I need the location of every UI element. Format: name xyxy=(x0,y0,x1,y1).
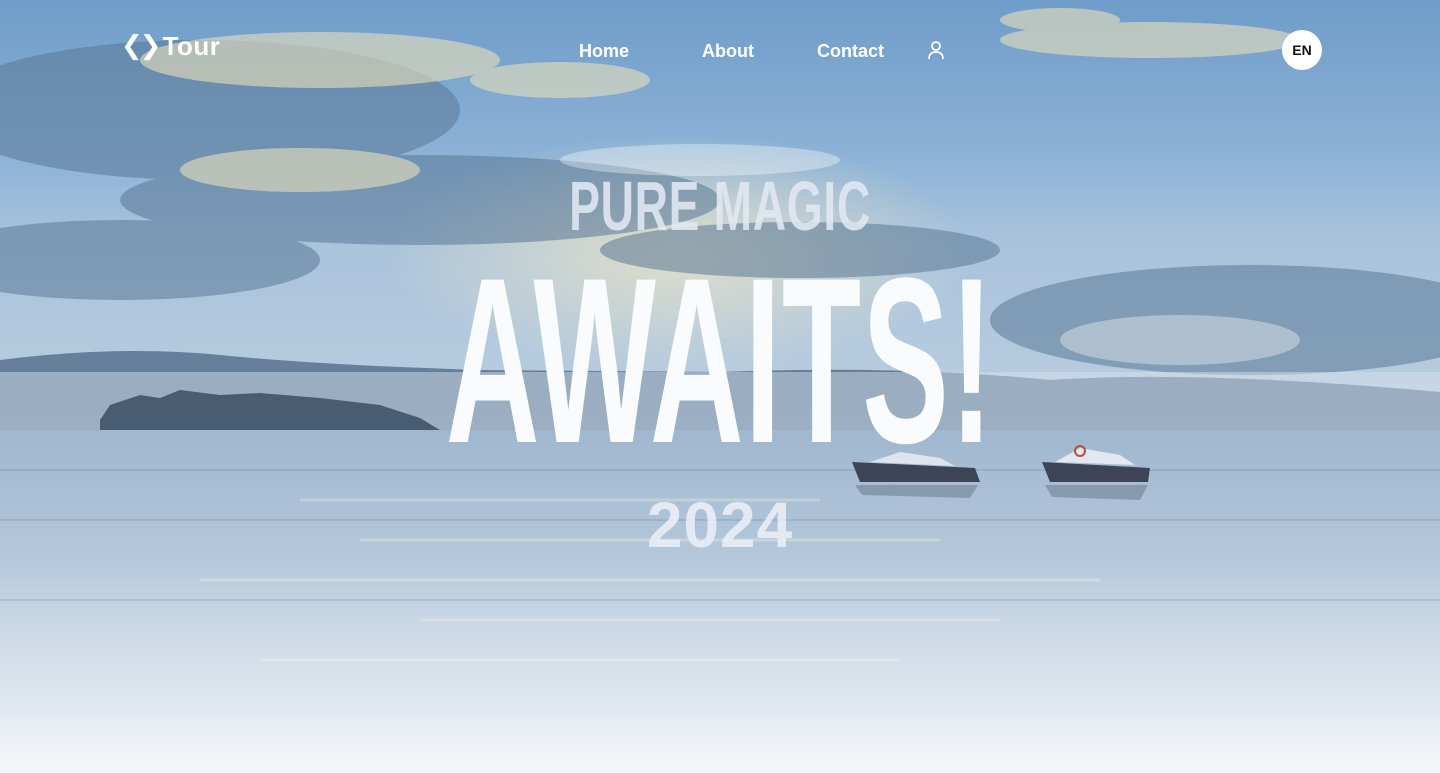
nav-link-home[interactable]: Home xyxy=(579,38,629,64)
nav-link-about[interactable]: About xyxy=(702,38,754,64)
nav-link-contact[interactable]: Contact xyxy=(817,38,884,64)
language-switcher-button[interactable]: EN xyxy=(1282,30,1322,70)
hero-year: 2024 xyxy=(646,489,794,561)
site-header: ❮❯ Tour Home About Contact EN xyxy=(0,0,1440,100)
hero-headline: AWAITS! xyxy=(445,229,995,493)
user-icon[interactable] xyxy=(926,39,946,61)
main-nav: Home About Contact xyxy=(0,38,1440,64)
